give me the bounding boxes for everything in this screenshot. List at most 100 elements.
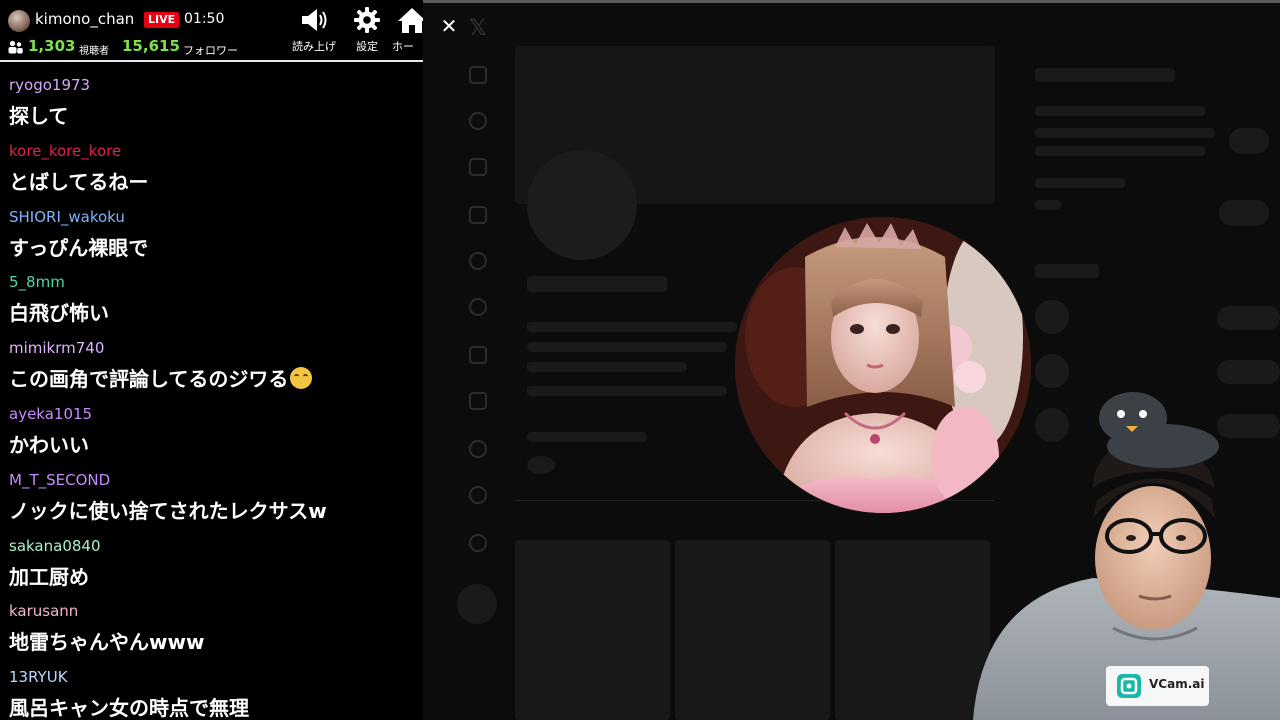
- chat-username[interactable]: ryogo1973: [9, 76, 90, 94]
- chat-username[interactable]: 5_8mm: [9, 273, 65, 291]
- trend-line-1: [1035, 106, 1205, 116]
- nav-search-icon: [469, 112, 487, 130]
- live-on-x-heading: [1035, 68, 1175, 82]
- chat-message: mimikrm740 この画角で評論してるのジワる: [0, 335, 423, 401]
- chat-text-content: 白飛び怖い: [9, 301, 109, 326]
- chat-username[interactable]: ayeka1015: [9, 405, 92, 423]
- follower-count: 15,615: [122, 37, 180, 55]
- profile-follow-stats: [527, 432, 647, 442]
- chat-message: M_T_SECOND ノックに使い捨てされたレクサスw: [0, 467, 423, 533]
- nav-bookmarks-icon: [469, 346, 487, 364]
- nav-messages-icon: [469, 206, 487, 224]
- chat-username[interactable]: sakana0840: [9, 537, 101, 555]
- nav-more-icon: [469, 534, 487, 552]
- chat-panel: kimono_chan LIVE 01:50 1,303 視聴者 15,615 …: [0, 0, 423, 720]
- recommended-heading: [1035, 264, 1099, 278]
- suggest-avatar-1: [1035, 300, 1069, 334]
- chat-text-content: 加工厨め: [9, 564, 89, 589]
- profile-avatar-dim: [527, 150, 637, 260]
- channel-name[interactable]: kimono_chan: [35, 10, 134, 28]
- nav-grok-icon: [469, 252, 487, 270]
- chat-username[interactable]: SHIORI_wakoku: [9, 208, 125, 226]
- profile-bio-line-2: [527, 342, 727, 352]
- chat-text: すっぴん裸眼で: [9, 232, 148, 261]
- media-tile-1: [515, 540, 670, 720]
- suggest-follow-1: [1217, 306, 1280, 330]
- stream-header: kimono_chan LIVE 01:50 1,303 視聴者 15,615 …: [0, 0, 423, 62]
- chat-message: karusann 地雷ちゃんやんwww: [0, 598, 423, 664]
- chat-text: ノックに使い捨てされたレクサスw: [9, 495, 327, 524]
- nav-jobs-icon: [469, 392, 487, 410]
- chat-message: 5_8mm 白飛び怖い: [0, 269, 423, 335]
- nav-home-icon: [469, 66, 487, 84]
- suggest-follow-2: [1217, 360, 1280, 384]
- settings-button[interactable]: 設定: [350, 6, 384, 58]
- vcam-badge: VCam.ai: [1106, 666, 1209, 706]
- followers-you-know: [527, 456, 555, 474]
- profile-bio-line-3: [527, 362, 687, 372]
- channel-avatar[interactable]: [8, 10, 30, 32]
- chat-text-content: 探して: [9, 104, 69, 128]
- home-icon: [398, 8, 423, 33]
- chat-text-content: とばしてるねー: [9, 169, 149, 194]
- chat-text-content: 地雷ちゃんやんwww: [9, 630, 205, 655]
- vcam-logo-icon: [1117, 674, 1141, 698]
- trend-line-5: [1035, 200, 1061, 210]
- chat-username[interactable]: karusann: [9, 602, 78, 620]
- profile-bio-line-1: [527, 322, 737, 332]
- chat-message: sakana0840 加工厨め: [0, 533, 423, 599]
- chat-message: kore_kore_kore とばしてるねー: [0, 138, 423, 204]
- chat-text: この画角で評論してるのジワる: [9, 363, 313, 392]
- close-icon[interactable]: ✕: [439, 14, 459, 38]
- viewer-count: 1,303: [28, 37, 76, 55]
- chat-text: とばしてるねー: [9, 166, 148, 195]
- chat-username[interactable]: kore_kore_kore: [9, 142, 121, 160]
- chat-text-content: この画角で評論してるのジワる: [9, 367, 289, 392]
- chat-text-content: かわいい: [9, 432, 89, 457]
- read-aloud-button[interactable]: 読み上げ: [289, 6, 339, 58]
- chat-text: 風呂キャン女の時点で無理: [9, 692, 249, 720]
- joy-emoji: [290, 367, 313, 390]
- chat-username[interactable]: M_T_SECOND: [9, 471, 110, 489]
- chat-text-content: ノックに使い捨てされたレクサスw: [9, 498, 327, 523]
- vcam-label: VCam.ai: [1149, 677, 1205, 691]
- nav-notifications-icon: [469, 158, 487, 176]
- profile-meta-line: [527, 386, 727, 396]
- stage-top-border: [423, 0, 1280, 3]
- chat-text: 白飛び怖い: [9, 297, 109, 326]
- chat-message: SHIORI_wakoku すっぴん裸眼で: [0, 204, 423, 270]
- media-tile-2: [675, 540, 830, 720]
- nav-profile-icon: [469, 486, 487, 504]
- suggest-avatar-2: [1035, 354, 1069, 388]
- chat-username[interactable]: 13RYUK: [9, 668, 68, 686]
- trend-avatar-1: [1229, 128, 1269, 154]
- nav-communities-icon: [469, 440, 487, 458]
- post-button: [457, 584, 497, 624]
- trend-line-2: [1035, 128, 1215, 138]
- stream-stage: 𝕏 ✕ VCam.ai: [423, 0, 1280, 720]
- chat-username[interactable]: mimikrm740: [9, 339, 104, 357]
- chat-text-content: 風呂キャン女の時点で無理: [9, 696, 249, 720]
- live-badge: LIVE: [144, 12, 180, 28]
- gear-icon: [354, 7, 380, 33]
- elapsed-time: 01:50: [184, 11, 225, 27]
- read-aloud-label: 読み上げ: [292, 40, 336, 53]
- home-label: ホー: [392, 40, 414, 53]
- chat-message: 13RYUK 風呂キャン女の時点で無理: [0, 664, 423, 720]
- chat-text-content: すっぴん裸眼で: [9, 235, 149, 260]
- trend-line-3: [1035, 146, 1205, 156]
- trend-avatar-2: [1219, 200, 1269, 226]
- x-logo-icon: 𝕏: [469, 16, 487, 41]
- speaker-icon: [302, 9, 327, 31]
- profile-name-dim: [527, 276, 667, 292]
- chat-text: かわいい: [9, 429, 89, 458]
- chat-message: ryogo1973 探して: [0, 72, 423, 138]
- nav-lists-icon: [469, 298, 487, 316]
- trend-line-4: [1035, 178, 1125, 188]
- chat-text: 探して: [9, 100, 68, 129]
- follower-label: フォロワー: [183, 44, 238, 57]
- home-button[interactable]: ホー: [392, 6, 423, 58]
- settings-label: 設定: [356, 40, 378, 53]
- people-icon: [8, 40, 23, 54]
- chat-list[interactable]: ryogo1973 探して kore_kore_kore とばしてるねー SHIORI_…: [0, 72, 423, 720]
